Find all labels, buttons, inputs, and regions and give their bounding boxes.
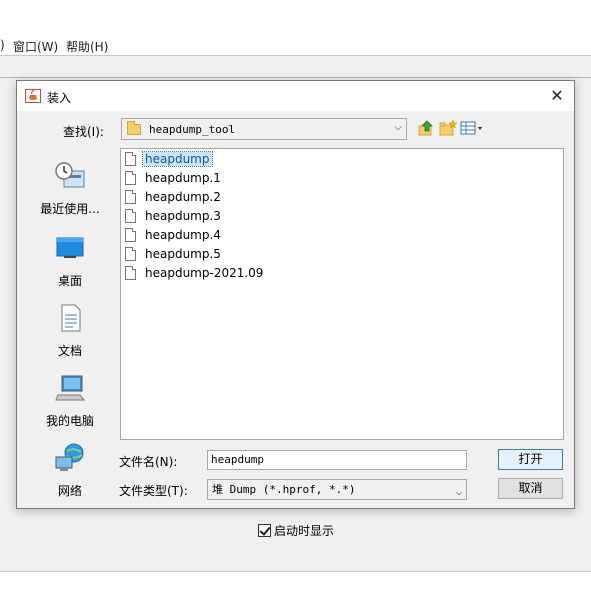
file-name: heapdump.1 — [145, 171, 221, 185]
place-computer[interactable]: 我的电脑 — [23, 373, 117, 429]
java-cup-icon — [25, 89, 41, 103]
place-documents-label: 文档 — [57, 344, 82, 358]
places-bar: 最近使用... 桌面 文档 我的电脑 网络 — [23, 147, 117, 503]
file-name: heapdump — [142, 151, 213, 167]
dialog-title: 装入 — [47, 91, 72, 105]
place-network[interactable]: 网络 — [23, 443, 117, 499]
file-icon — [125, 152, 136, 166]
startup-checkbox-row[interactable]: 启动时显示 — [258, 522, 334, 539]
documents-icon — [61, 304, 81, 332]
startup-checkbox[interactable] — [258, 524, 271, 537]
app-status-bar — [0, 571, 591, 590]
chevron-down-icon: ⌵ — [455, 487, 462, 498]
file-icon — [125, 209, 136, 223]
file-item[interactable]: heapdump.2 — [125, 188, 223, 206]
startup-checkbox-label: 启动时显示 — [274, 524, 335, 538]
app-title-area — [0, 0, 591, 34]
place-network-label: 网络 — [57, 484, 82, 498]
file-icon — [125, 171, 136, 185]
file-icon — [125, 228, 136, 242]
menu-item-window[interactable]: 窗口(W) — [13, 38, 58, 55]
file-item[interactable]: heapdump.5 — [125, 245, 223, 263]
place-recent[interactable]: 最近使用... — [23, 161, 117, 217]
file-name: heapdump.4 — [145, 228, 221, 242]
folder-icon — [127, 120, 141, 135]
load-dialog: 装入 ✕ 查找(I): heapdump_tool ⌵ 最近使用... 桌面 文… — [16, 80, 575, 509]
place-desktop-label: 桌面 — [57, 274, 82, 288]
computer-icon — [55, 375, 86, 401]
app-menubar: ) 窗口(W) 帮助(H) — [0, 34, 591, 56]
file-item[interactable]: heapdump — [125, 150, 213, 168]
file-type-label: 文件类型(T): — [119, 484, 188, 498]
cancel-button[interactable]: 取消 — [498, 478, 563, 499]
place-recent-label: 最近使用... — [40, 202, 100, 216]
close-button[interactable]: ✕ — [546, 85, 568, 107]
file-name: heapdump.2 — [145, 190, 221, 204]
file-icon — [125, 190, 136, 204]
file-name: heapdump-2021.09 — [145, 266, 264, 280]
recent-items-icon — [55, 162, 85, 188]
file-icon — [125, 247, 136, 261]
new-folder-icon[interactable] — [439, 119, 457, 137]
file-item[interactable]: heapdump.3 — [125, 207, 223, 225]
file-icon — [125, 266, 136, 280]
desktop-icon — [56, 237, 84, 258]
look-in-label: 查找(I): — [63, 125, 104, 139]
place-documents[interactable]: 文档 — [23, 303, 117, 359]
menu-item-help[interactable]: 帮助(H) — [66, 38, 108, 55]
file-item[interactable]: heapdump.1 — [125, 169, 223, 187]
place-desktop[interactable]: 桌面 — [23, 233, 117, 289]
chevron-down-icon: ⌵ — [394, 122, 402, 133]
look-in-value: heapdump_tool — [149, 122, 236, 136]
file-list[interactable]: heapdump heapdump.1 heapdump.2 heapdump.… — [120, 148, 564, 440]
file-type-value: 堆 Dump (*.hprof, *.*) — [212, 483, 356, 496]
file-name-input[interactable]: heapdump — [207, 450, 467, 470]
file-name: heapdump.5 — [145, 247, 221, 261]
menu-item-partial[interactable]: ) — [0, 38, 5, 52]
place-computer-label: 我的电脑 — [45, 414, 94, 428]
open-button[interactable]: 打开 — [498, 449, 563, 470]
dialog-titlebar[interactable]: 装入 ✕ — [17, 81, 574, 111]
file-type-select[interactable]: 堆 Dump (*.hprof, *.*) ⌵ — [207, 479, 467, 500]
look-in-combo[interactable]: heapdump_tool ⌵ — [121, 118, 407, 140]
view-menu-icon[interactable] — [460, 119, 484, 137]
file-name: heapdump.3 — [145, 209, 221, 223]
network-icon — [55, 443, 84, 471]
file-name-label: 文件名(N): — [119, 455, 178, 469]
up-folder-icon[interactable] — [417, 119, 435, 137]
file-item[interactable]: heapdump-2021.09 — [125, 264, 265, 282]
file-item[interactable]: heapdump.4 — [125, 226, 223, 244]
